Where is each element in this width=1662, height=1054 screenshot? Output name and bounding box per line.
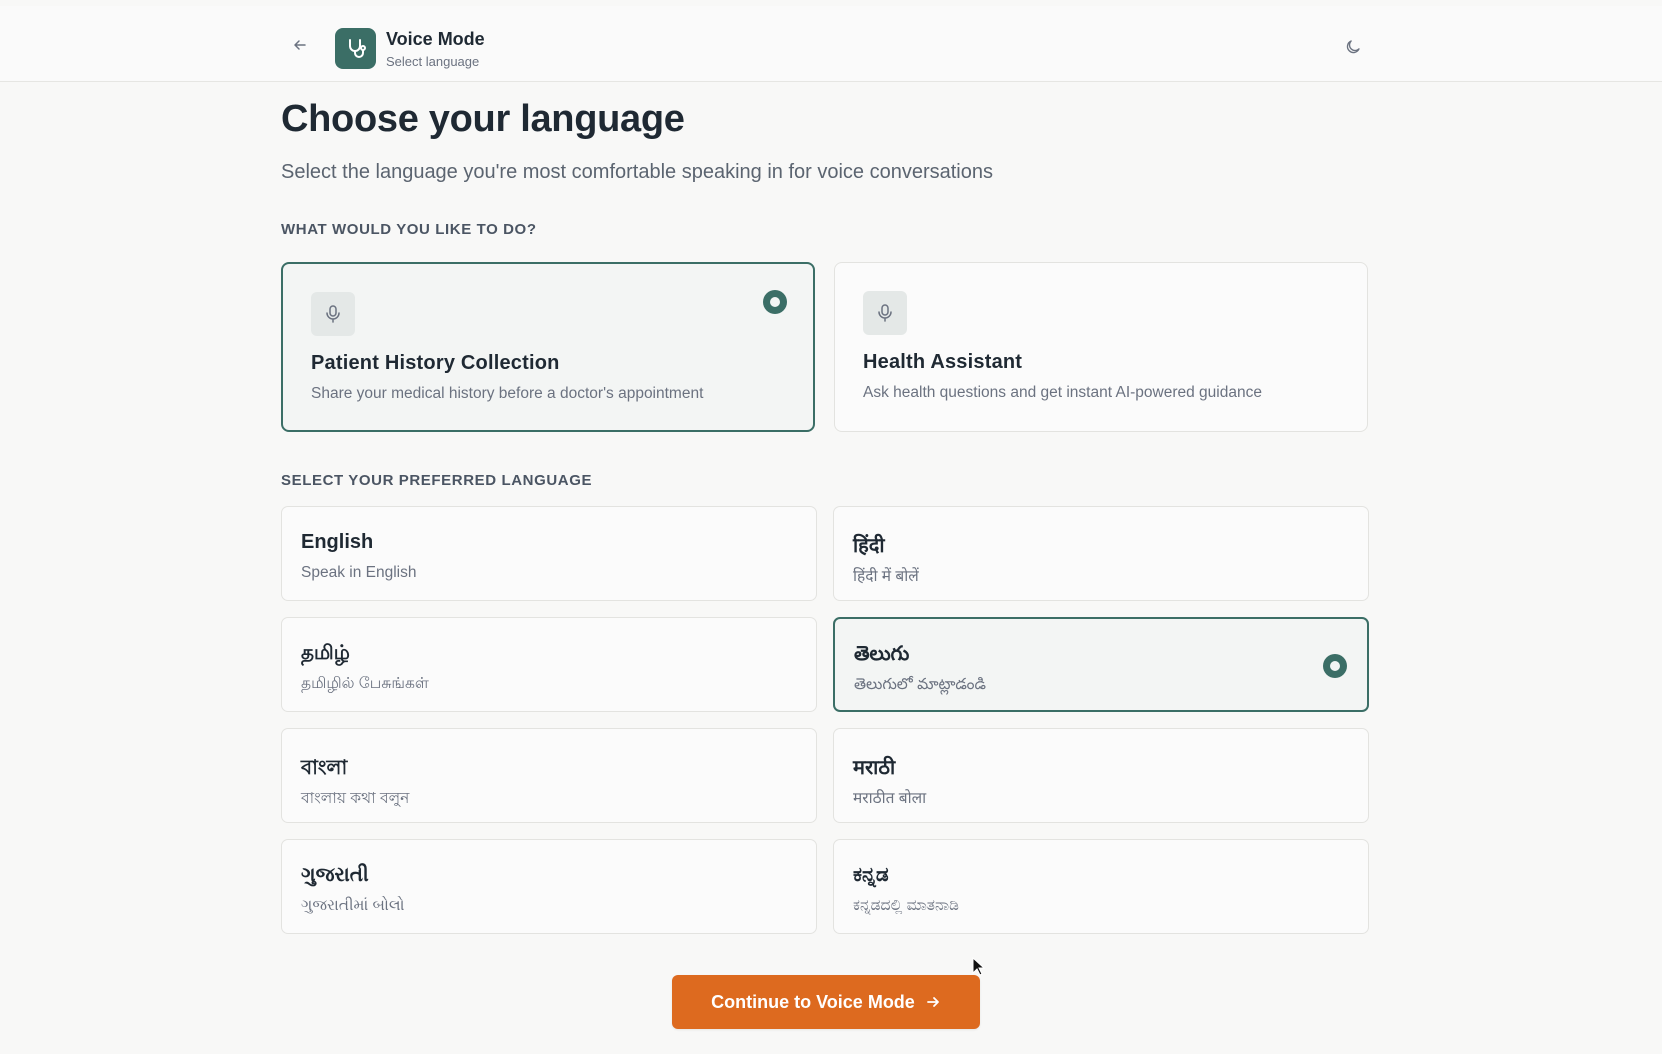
language-name: ಕನ್ನಡ — [853, 864, 889, 886]
mouse-cursor-icon — [972, 957, 986, 976]
mode-card-patient-history[interactable]: Patient History Collection Share your me… — [281, 262, 815, 432]
language-card-gujarati[interactable]: ગુજરાતી ગુજરાતીમાં બોલો — [281, 839, 817, 934]
language-card-telugu[interactable]: తెలుగు తెలుగులో మాట్లాడండి — [833, 617, 1369, 712]
language-name: हिंदी — [853, 535, 885, 557]
theme-toggle-button[interactable] — [1340, 34, 1366, 60]
language-card-marathi[interactable]: मराठी मराठीत बोला — [833, 728, 1369, 823]
language-name: English — [301, 531, 374, 553]
continue-button[interactable]: Continue to Voice Mode — [672, 975, 980, 1029]
language-card-tamil[interactable]: தமிழ் தமிழில் பேசுங்கள் — [281, 617, 817, 712]
app-title: Voice Mode — [386, 29, 485, 49]
mode-title: Patient History Collection — [311, 352, 560, 374]
language-name: தமிழ் — [301, 642, 350, 664]
language-card-hindi[interactable]: हिंदी हिंदी में बोलें — [833, 506, 1369, 601]
mode-icon-container — [863, 291, 907, 335]
language-name: বাংলা — [301, 757, 348, 779]
mode-title: Health Assistant — [863, 351, 1023, 373]
stethoscope-icon — [348, 38, 366, 58]
language-subtitle: தமிழில் பேசுங்கள் — [301, 675, 429, 692]
language-card-bengali[interactable]: বাংলা বাংলায় কথা বলুন — [281, 728, 817, 823]
page-subtitle: Select the language you're most comforta… — [281, 161, 993, 183]
selected-radio-indicator — [763, 290, 787, 314]
continue-button-label: Continue to Voice Mode — [711, 991, 915, 1012]
language-name: मराठी — [853, 757, 896, 779]
language-subtitle: Speak in English — [301, 564, 417, 581]
language-card-english[interactable]: English Speak in English — [281, 506, 817, 601]
moon-icon — [1346, 40, 1360, 54]
language-subtitle: ಕನ್ನಡದಲ್ಲಿ ಮಾತನಾಡಿ — [853, 897, 959, 914]
arrow-left-icon — [294, 40, 306, 50]
language-name: తెలుగు — [854, 643, 910, 665]
language-subtitle: मराठीत बोला — [853, 790, 927, 807]
app-logo — [335, 28, 376, 69]
language-subtitle: ગુજરાતીમાં બોલો — [301, 897, 405, 914]
mode-description: Ask health questions and get instant AI-… — [863, 384, 1262, 401]
language-subtitle: తెలుగులో మాట్లాడండి — [854, 676, 986, 693]
microphone-icon — [326, 305, 340, 323]
language-subtitle: বাংলায় কথা বলুন — [301, 790, 410, 807]
microphone-icon — [878, 304, 892, 322]
page-title: Choose your language — [281, 98, 685, 140]
language-card-kannada[interactable]: ಕನ್ನಡ ಕನ್ನಡದಲ್ಲಿ ಮಾತನಾಡಿ — [833, 839, 1369, 934]
arrow-right-icon — [926, 997, 939, 1007]
mode-section-label: WHAT WOULD YOU LIKE TO DO? — [281, 221, 537, 238]
mode-icon-container — [311, 292, 355, 336]
selected-radio-indicator — [1323, 654, 1347, 678]
language-subtitle: हिंदी में बोलें — [853, 568, 919, 585]
back-button[interactable] — [287, 34, 313, 60]
language-name: ગુજરાતી — [301, 864, 369, 886]
language-section-label: SELECT YOUR PREFERRED LANGUAGE — [281, 472, 593, 489]
mode-card-health-assistant[interactable]: Health Assistant Ask health questions an… — [834, 262, 1368, 432]
top-bar: Voice Mode Select language — [0, 6, 1662, 82]
app-subtitle: Select language — [386, 54, 480, 69]
mode-description: Share your medical history before a doct… — [311, 385, 704, 402]
